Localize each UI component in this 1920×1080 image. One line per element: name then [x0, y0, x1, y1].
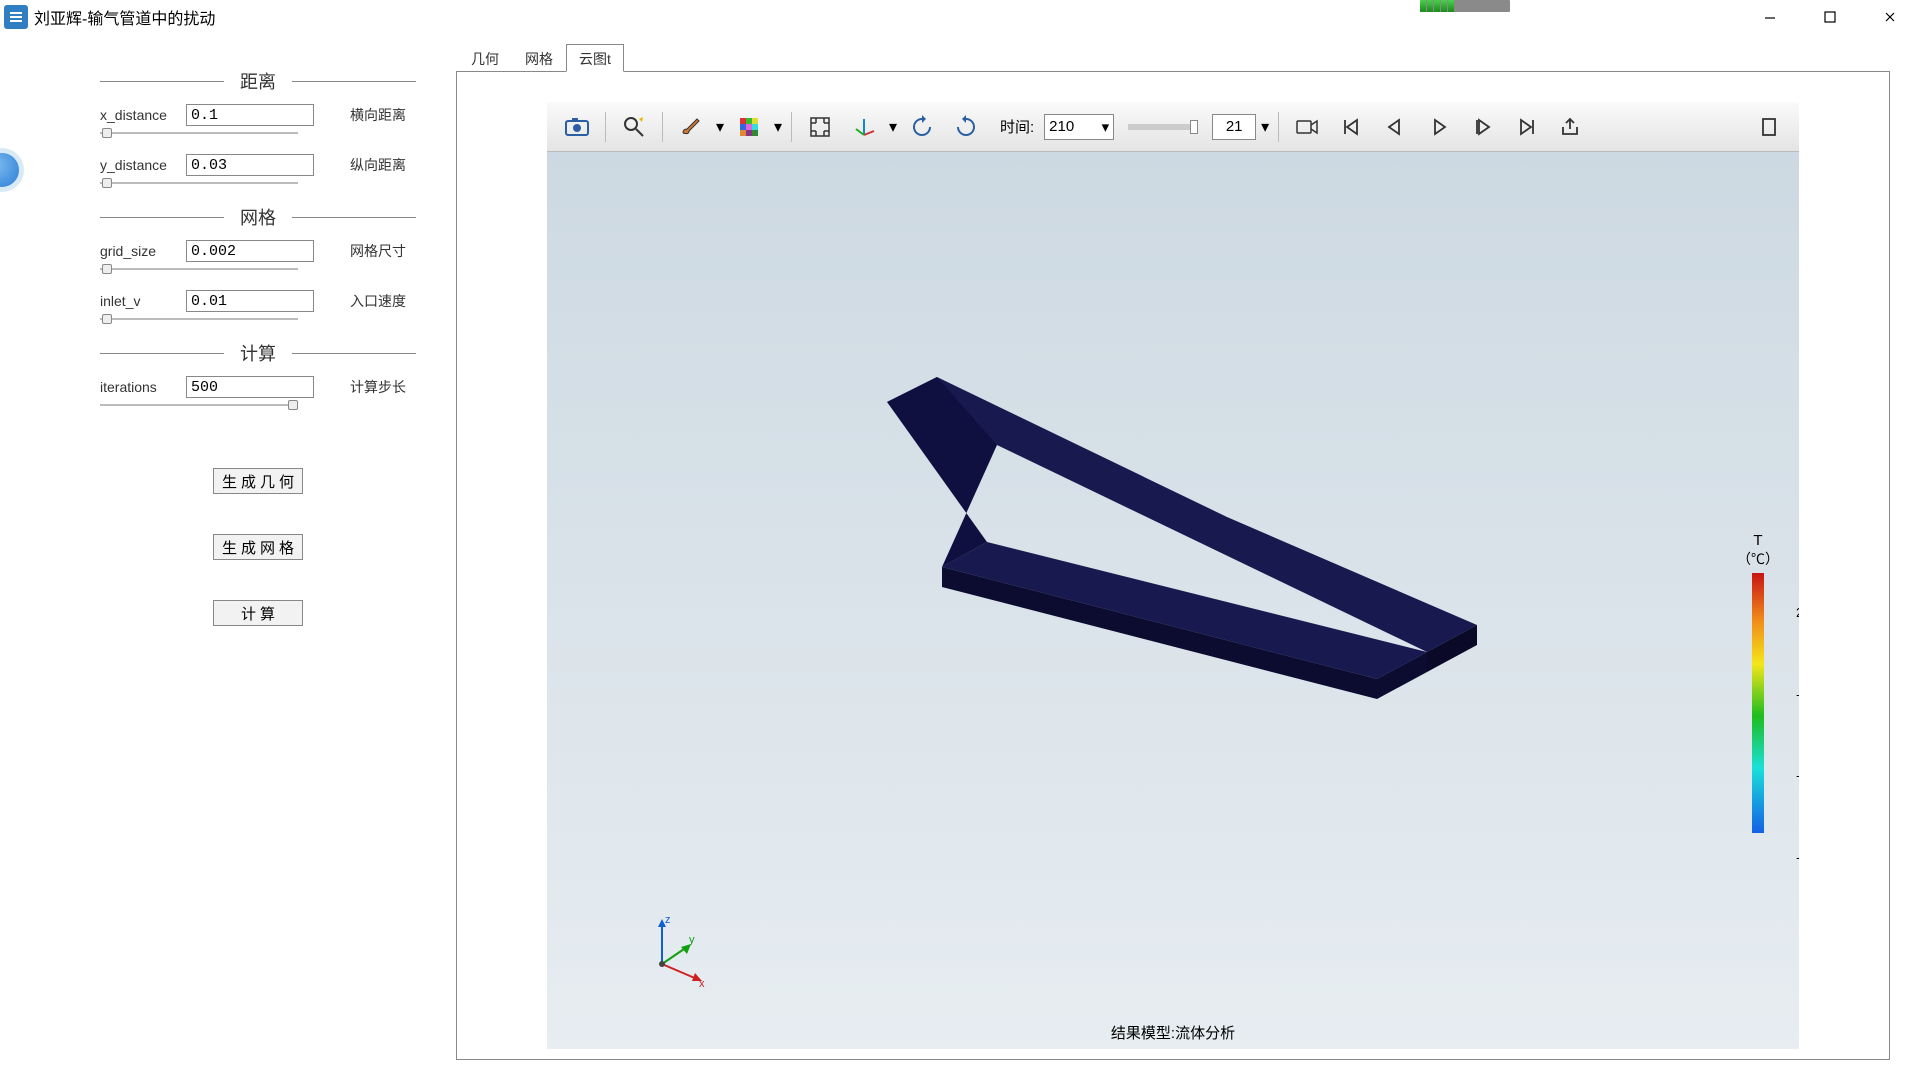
y-distance-label: y_distance [100, 157, 186, 173]
legend-tick-1: -7.315e+01 [1796, 687, 1799, 702]
section-distance-title: 距离 [224, 68, 292, 94]
time-slider[interactable] [1128, 124, 1198, 130]
step-back-icon[interactable] [1375, 108, 1415, 146]
skip-first-icon[interactable] [1331, 108, 1371, 146]
camera-icon[interactable] [557, 108, 597, 146]
iterations-label: iterations [100, 379, 186, 395]
axis-dropdown[interactable]: ▾ [888, 117, 898, 137]
time-step-input[interactable] [1212, 114, 1256, 140]
color-legend: T （℃） 2.685e+01 -7.315e+01 -1.731e+02 -2… [1737, 532, 1779, 836]
export-icon[interactable] [1551, 108, 1591, 146]
time-select[interactable]: 210▾ [1044, 114, 1114, 140]
x-distance-desc: 横向距离 [350, 105, 416, 125]
skip-last-icon[interactable] [1507, 108, 1547, 146]
legend-unit: （℃） [1737, 549, 1779, 569]
legend-tick-3: -2.731e+02 [1796, 850, 1799, 865]
rotate-ccw-icon[interactable] [946, 108, 986, 146]
viewport-frame: ▾ ▾ ▾ 时间: 210▾ ▾ [456, 71, 1890, 1060]
zoom-icon[interactable] [614, 108, 654, 146]
app-icon [4, 5, 28, 29]
iterations-input[interactable] [186, 376, 314, 398]
main-area: 几何 网格 云图t ▾ ▾ ▾ 时间: 210▾ [456, 34, 1920, 1080]
rotate-cw-icon[interactable] [902, 108, 942, 146]
calculate-button[interactable]: 计算 [213, 600, 303, 626]
grid-size-slider[interactable] [100, 266, 298, 272]
activity-meter [1420, 0, 1510, 12]
tab-contour[interactable]: 云图t [566, 44, 624, 72]
grid-size-desc: 网格尺寸 [350, 241, 416, 261]
x-distance-label: x_distance [100, 107, 186, 123]
y-distance-desc: 纵向距离 [350, 155, 416, 175]
legend-name: T [1737, 532, 1779, 549]
parameter-panel: 距离 x_distance 横向距离 y_distance 纵向距离 网格 gr… [0, 34, 456, 1080]
legend-tick-0: 2.685e+01 [1796, 605, 1799, 620]
grid-size-label: grid_size [100, 243, 186, 259]
axis-orient-icon[interactable] [844, 108, 884, 146]
tab-mesh[interactable]: 网格 [512, 44, 566, 72]
titlebar: 刘亚辉-输气管道中的扰动 [0, 0, 1920, 34]
record-icon[interactable] [1287, 108, 1327, 146]
model-geometry [867, 367, 1487, 767]
coordinate-triad-icon: z x y [637, 909, 717, 989]
svg-text:x: x [699, 978, 705, 989]
window-title: 刘亚辉-输气管道中的扰动 [34, 5, 215, 29]
time-step-dropdown[interactable]: ▾ [1260, 117, 1270, 137]
play-icon[interactable] [1419, 108, 1459, 146]
tab-bar: 几何 网格 云图t [458, 44, 1890, 72]
time-label: 时间: [1000, 116, 1034, 137]
step-forward-icon[interactable] [1463, 108, 1503, 146]
iterations-slider[interactable] [100, 402, 298, 408]
iterations-desc: 计算步长 [350, 377, 416, 397]
svg-text:z: z [665, 914, 671, 926]
section-calc-title: 计算 [224, 340, 292, 366]
inlet-v-desc: 入口速度 [350, 291, 416, 311]
x-distance-slider[interactable] [100, 130, 298, 136]
tab-geometry[interactable]: 几何 [458, 44, 512, 72]
maximize-button[interactable] [1800, 0, 1860, 34]
inlet-v-label: inlet_v [100, 293, 186, 309]
inlet-v-slider[interactable] [100, 316, 298, 322]
colorcube-icon[interactable] [729, 108, 769, 146]
minimize-button[interactable] [1740, 0, 1800, 34]
section-grid-title: 网格 [224, 204, 292, 230]
grid-size-input[interactable] [186, 240, 314, 262]
legend-tick-2: -1.731e+02 [1796, 768, 1799, 783]
fit-view-icon[interactable] [800, 108, 840, 146]
y-distance-slider[interactable] [100, 180, 298, 186]
x-distance-input[interactable] [186, 104, 314, 126]
viewport-3d[interactable]: z x y T （℃） 2.685e+01 -7.315e+01 [547, 152, 1799, 1049]
viewport-toolbar: ▾ ▾ ▾ 时间: 210▾ ▾ [547, 102, 1799, 152]
generate-mesh-button[interactable]: 生成网格 [213, 534, 303, 560]
viewport-caption: 结果模型:流体分析 [547, 1022, 1799, 1043]
legend-colorbar [1752, 573, 1764, 833]
close-button[interactable] [1860, 0, 1920, 34]
colorcube-dropdown[interactable]: ▾ [773, 117, 783, 137]
inlet-v-input[interactable] [186, 290, 314, 312]
brush-icon[interactable] [671, 108, 711, 146]
generate-geometry-button[interactable]: 生成几何 [213, 468, 303, 494]
expand-icon[interactable] [1749, 108, 1789, 146]
svg-text:y: y [689, 934, 695, 946]
brush-dropdown[interactable]: ▾ [715, 117, 725, 137]
y-distance-input[interactable] [186, 154, 314, 176]
